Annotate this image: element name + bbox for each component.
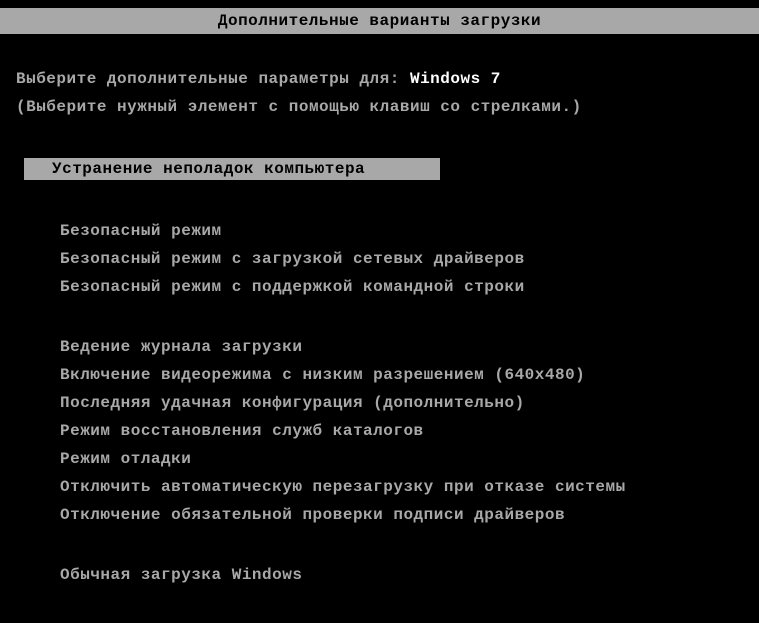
title-bar: Дополнительные варианты загрузки xyxy=(0,8,759,34)
os-name: Windows 7 xyxy=(410,70,501,88)
menu-item-safemode-networking[interactable]: Безопасный режим с загрузкой сетевых дра… xyxy=(60,250,743,268)
menu-item-repair-computer[interactable]: Устранение неполадок компьютера xyxy=(24,158,440,180)
boot-menu-content: Выберите дополнительные параметры для: W… xyxy=(0,70,759,584)
prompt-prefix: Выберите дополнительные параметры для: xyxy=(16,70,410,88)
menu-item-low-res-video[interactable]: Включение видеорежима с низким разрешени… xyxy=(60,366,743,384)
menu-item-start-normally[interactable]: Обычная загрузка Windows xyxy=(60,566,743,584)
page-title: Дополнительные варианты загрузки xyxy=(218,12,541,30)
menu-item-boot-logging[interactable]: Ведение журнала загрузки xyxy=(60,338,743,356)
menu-item-safemode-cmd[interactable]: Безопасный режим с поддержкой командной … xyxy=(60,278,743,296)
menu-item-safemode[interactable]: Безопасный режим xyxy=(60,222,743,240)
menu-group-normal: Обычная загрузка Windows xyxy=(60,566,743,584)
menu-item-ds-restore[interactable]: Режим восстановления служб каталогов xyxy=(60,422,743,440)
menu-item-disable-driver-sig[interactable]: Отключение обязательной проверки подписи… xyxy=(60,506,743,524)
menu-item-debug-mode[interactable]: Режим отладки xyxy=(60,450,743,468)
prompt-line: Выберите дополнительные параметры для: W… xyxy=(16,70,743,88)
menu-item-disable-auto-restart[interactable]: Отключить автоматическую перезагрузку пр… xyxy=(60,478,743,496)
menu-group-safemode: Безопасный режим Безопасный режим с загр… xyxy=(60,222,743,296)
instruction-text: (Выберите нужный элемент с помощью клави… xyxy=(16,98,743,116)
menu-item-last-known-good[interactable]: Последняя удачная конфигурация (дополнит… xyxy=(60,394,743,412)
menu-group-advanced: Ведение журнала загрузки Включение видео… xyxy=(60,338,743,524)
